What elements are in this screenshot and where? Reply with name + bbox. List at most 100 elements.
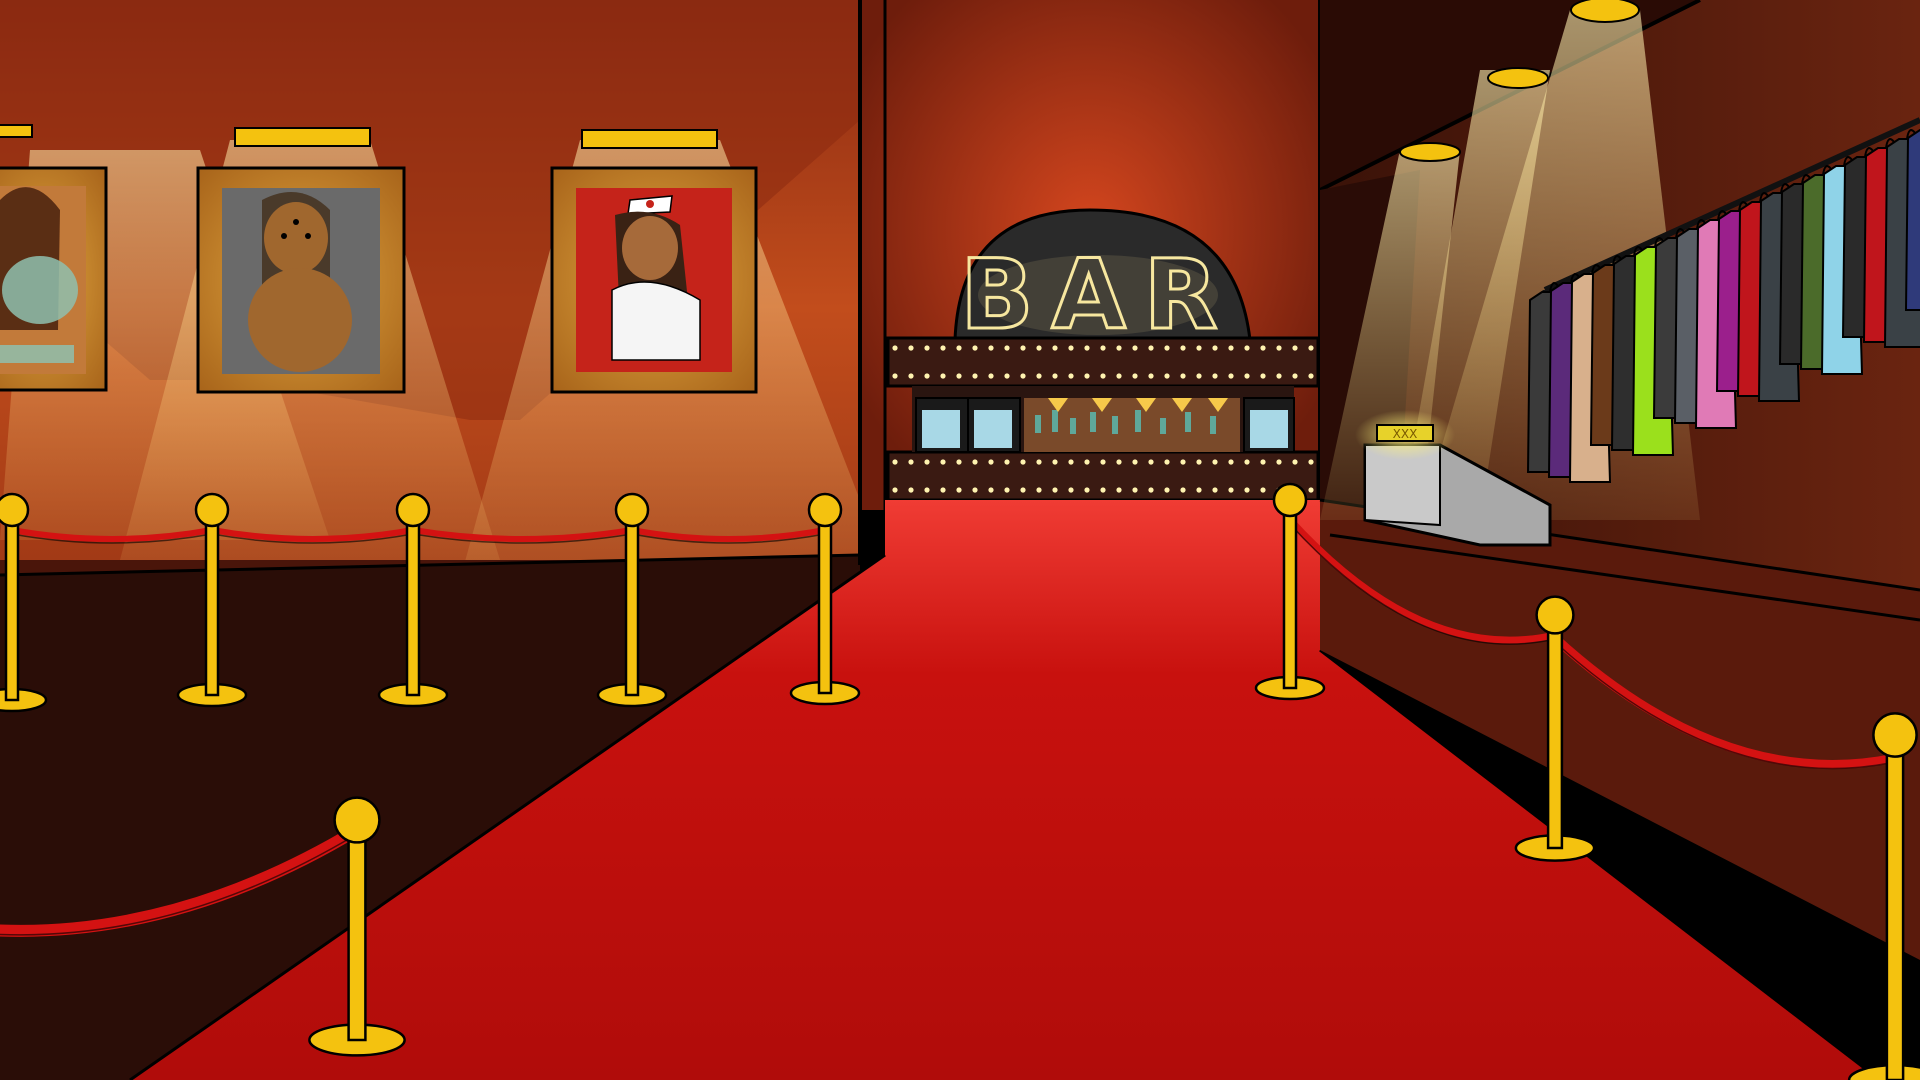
stanchion-pole — [1546, 613, 1564, 850]
marquee-bulb — [1180, 373, 1186, 379]
marquee-bulb — [1228, 345, 1234, 351]
ceiling-light-3 — [1570, 0, 1640, 23]
marquee-bulb — [956, 487, 962, 493]
marquee-bulb — [1052, 345, 1058, 351]
bar-sign-glow — [978, 255, 1218, 335]
marquee-bulb — [1068, 345, 1074, 351]
stanchion-pole — [405, 508, 421, 697]
marquee-bulb — [892, 373, 898, 379]
marquee-bulb — [1004, 459, 1010, 465]
stanchion-cap — [1272, 482, 1308, 518]
marquee-bulb — [1036, 459, 1042, 465]
marquee-bulb — [1036, 487, 1042, 493]
marquee-bulb — [1036, 373, 1042, 379]
stanchion-cap — [0, 492, 30, 528]
marquee-bulb — [940, 487, 946, 493]
stanchion-pole — [4, 508, 20, 702]
marquee-bulb — [1260, 459, 1266, 465]
marquee-bulb — [956, 459, 962, 465]
marquee-bulb — [1052, 487, 1058, 493]
marquee-bulb — [1228, 487, 1234, 493]
marquee-bulb — [1244, 459, 1250, 465]
stanchion-pole — [1885, 733, 1905, 1080]
marquee-bulb — [1164, 459, 1170, 465]
marquee-bulb — [940, 459, 946, 465]
ceiling-light-2 — [1487, 67, 1549, 89]
marquee-bulb — [1228, 459, 1234, 465]
marquee-bulb — [1308, 487, 1314, 493]
marquee-bulb — [892, 487, 898, 493]
stanchion-cap — [395, 492, 431, 528]
marquee-bulb — [972, 459, 978, 465]
marquee-bulb — [892, 345, 898, 351]
register-plate-text: XXX — [1393, 427, 1418, 441]
marquee-bulb — [1132, 459, 1138, 465]
marquee-bulb — [908, 487, 914, 493]
marquee-bulb — [892, 459, 898, 465]
marquee-bottom — [886, 450, 1320, 502]
marquee-bulb — [1244, 345, 1250, 351]
marquee-bulb — [1020, 373, 1026, 379]
marquee-bulb — [1148, 373, 1154, 379]
coat — [1904, 129, 1920, 311]
marquee-bulb — [1004, 487, 1010, 493]
marquee-bulb — [1244, 373, 1250, 379]
marquee-bulb — [1132, 487, 1138, 493]
marquee-bulb — [1212, 345, 1218, 351]
club-lobby-scene: BAR XXX — [0, 0, 1920, 1080]
marquee-bulb — [1180, 459, 1186, 465]
marquee-bulb — [1260, 373, 1266, 379]
marquee-bulb — [988, 459, 994, 465]
marquee-bulb — [1020, 487, 1026, 493]
portrait-frame-3 — [550, 129, 758, 394]
marquee-bulb — [1100, 487, 1106, 493]
marquee-bulb — [1292, 373, 1298, 379]
marquee-bulb — [1164, 345, 1170, 351]
stanchion-pole — [347, 818, 367, 1042]
marquee-bulb — [1276, 459, 1282, 465]
marquee-bulb — [1100, 459, 1106, 465]
stanchion-pole — [1282, 498, 1298, 690]
marquee-top — [886, 336, 1320, 388]
marquee-bulb — [1052, 459, 1058, 465]
marquee-bulb — [1100, 345, 1106, 351]
marquee-bulb — [972, 373, 978, 379]
marquee-bulb — [1308, 345, 1314, 351]
marquee-bulb — [1292, 459, 1298, 465]
marquee-bulb — [1084, 487, 1090, 493]
marquee-bulb — [1004, 373, 1010, 379]
marquee-bulb — [988, 345, 994, 351]
stanchion-cap — [333, 796, 381, 844]
stanchion-cap — [1535, 595, 1575, 635]
marquee-bulb — [1132, 345, 1138, 351]
marquee-bulb — [1196, 487, 1202, 493]
marquee-bulb — [908, 345, 914, 351]
marquee-bulb — [908, 373, 914, 379]
marquee-bulb — [1164, 487, 1170, 493]
marquee-bulb — [1084, 373, 1090, 379]
marquee-bulb — [1292, 345, 1298, 351]
marquee-bulb — [1260, 345, 1266, 351]
marquee-bulb — [1228, 373, 1234, 379]
marquee-bulb — [1148, 345, 1154, 351]
marquee-bulb — [1100, 373, 1106, 379]
marquee-bulb — [1260, 487, 1266, 493]
marquee-bulb — [1116, 459, 1122, 465]
marquee-bulb — [1180, 345, 1186, 351]
marquee-bulb — [956, 345, 962, 351]
marquee-bulb — [1212, 487, 1218, 493]
marquee-bulb — [1164, 373, 1170, 379]
stanchion-cap — [1872, 712, 1918, 758]
marquee-bulb — [940, 345, 946, 351]
marquee-bulb — [1212, 373, 1218, 379]
marquee-bulb — [972, 345, 978, 351]
marquee-bulb — [1132, 373, 1138, 379]
marquee-bulb — [1068, 459, 1074, 465]
marquee-bulb — [1020, 345, 1026, 351]
marquee-bulb — [988, 487, 994, 493]
marquee-bulb — [1052, 373, 1058, 379]
marquee-bulb — [1212, 459, 1218, 465]
marquee-bulb — [1148, 459, 1154, 465]
marquee-bulb — [1196, 373, 1202, 379]
marquee-bulb — [1068, 487, 1074, 493]
